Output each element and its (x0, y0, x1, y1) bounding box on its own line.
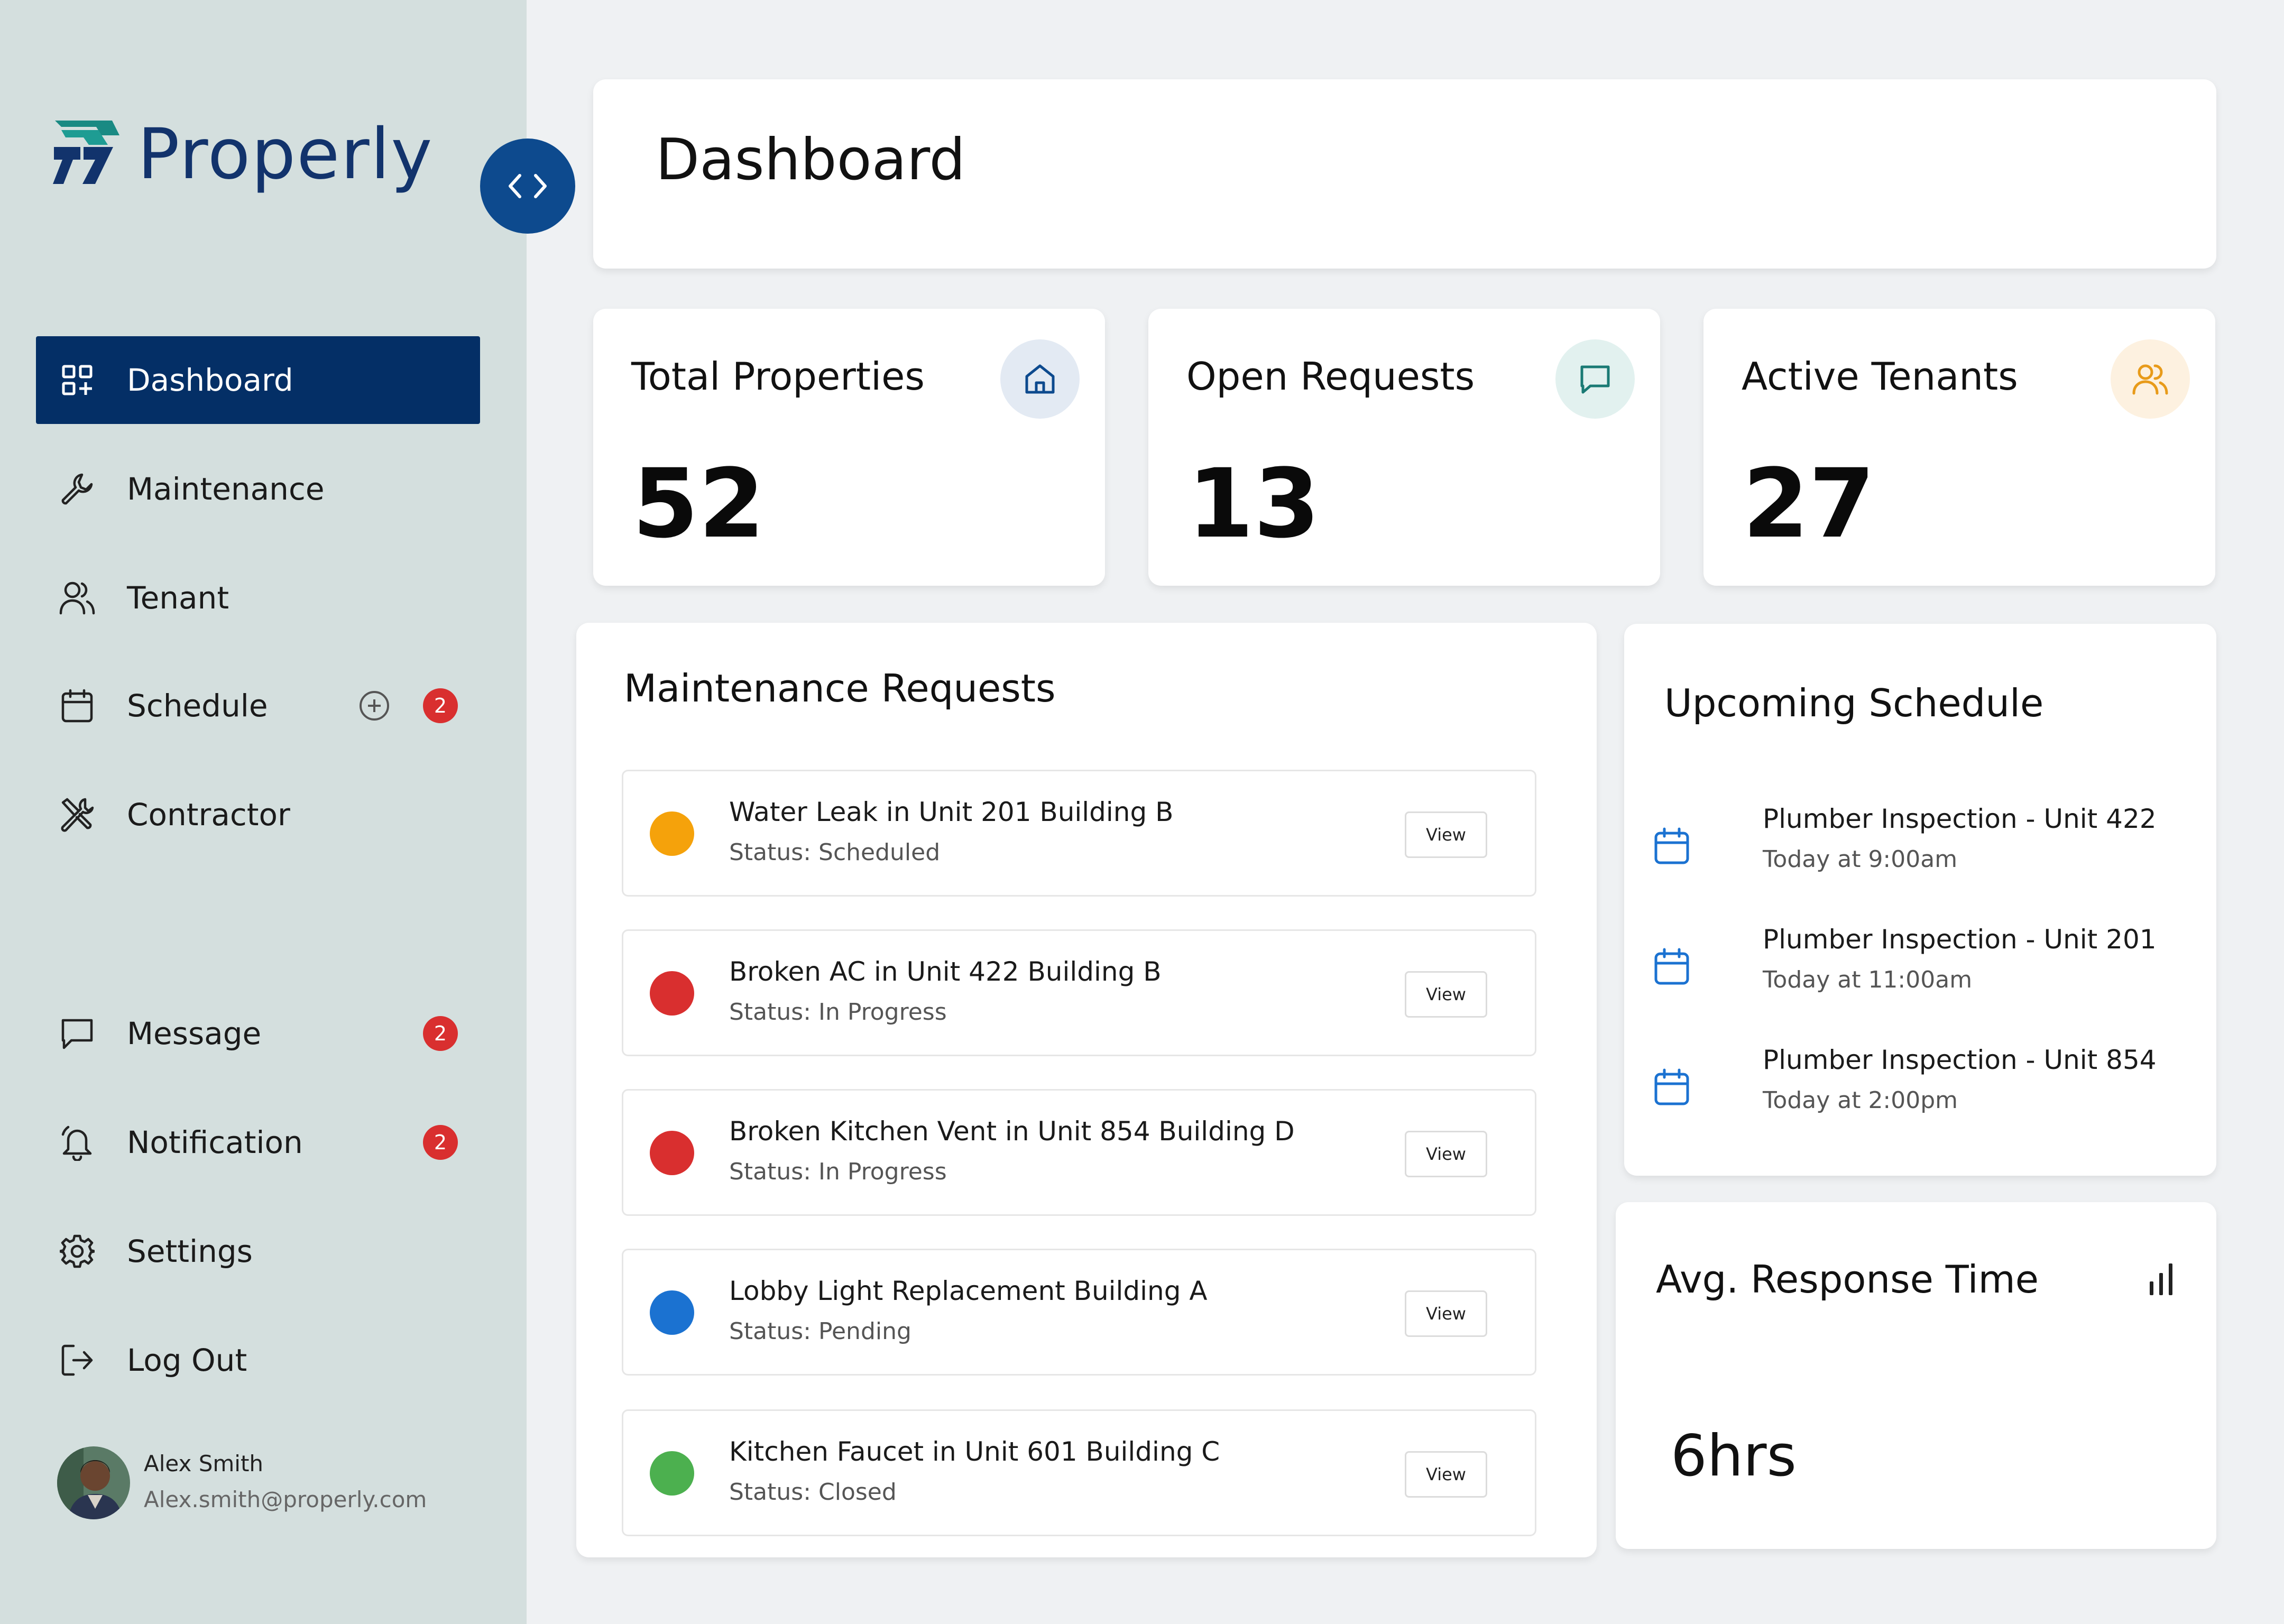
sidebar-toggle-button[interactable] (480, 139, 575, 234)
view-button[interactable]: View (1405, 971, 1487, 1018)
sidebar-item-contractor[interactable]: Contractor (36, 771, 480, 859)
response-time-value: 6hrs (1671, 1423, 1797, 1489)
stat-card-total-properties: Total Properties 52 (593, 309, 1105, 586)
request-item[interactable]: Water Leak in Unit 201 Building B Status… (622, 770, 1536, 897)
schedule-title: Plumber Inspection - Unit 422 (1763, 804, 2157, 834)
request-status: Status: In Progress (729, 999, 947, 1026)
schedule-time: Today at 2:00pm (1763, 1087, 1958, 1114)
maintenance-requests-panel: Maintenance Requests Water Leak in Unit … (576, 623, 1597, 1557)
sidebar-item-label: Schedule (127, 688, 268, 724)
request-title: Broken Kitchen Vent in Unit 854 Building… (729, 1116, 1295, 1147)
sidebar-item-label: Notification (127, 1124, 303, 1160)
message-icon (57, 1013, 97, 1054)
status-dot (650, 1451, 694, 1496)
sidebar-item-message[interactable]: Message 2 (36, 990, 480, 1077)
sidebar-item-schedule[interactable]: Schedule 2 (36, 662, 480, 750)
logo-text: Properly (137, 114, 434, 195)
calendar-icon (1654, 948, 1689, 985)
code-toggle-icon (509, 174, 547, 198)
upcoming-schedule-panel: Upcoming Schedule Plumber Inspection - U… (1624, 624, 2216, 1176)
request-title: Water Leak in Unit 201 Building B (729, 797, 1174, 827)
user-profile[interactable]: Alex Smith Alex.smith@properly.com (57, 1446, 491, 1520)
schedule-item[interactable]: Plumber Inspection - Unit 422 Today at 9… (1651, 800, 2200, 896)
sidebar-item-notification[interactable]: Notification 2 (36, 1099, 480, 1186)
sidebar-item-label: Dashboard (127, 362, 293, 398)
bell-icon (57, 1122, 97, 1162)
logo-mark-icon (53, 121, 119, 184)
calendar-icon (1654, 1068, 1689, 1105)
request-item[interactable]: Lobby Light Replacement Building A Statu… (622, 1249, 1536, 1376)
calendar-icon (57, 686, 97, 726)
gear-icon (57, 1231, 97, 1271)
sidebar-item-label: Contractor (127, 797, 290, 833)
request-status: Status: Scheduled (729, 839, 941, 866)
notification-badge: 2 (423, 1125, 458, 1160)
user-name: Alex Smith (144, 1451, 264, 1477)
status-dot (650, 1131, 694, 1175)
sidebar-item-dashboard[interactable]: Dashboard (36, 336, 480, 424)
add-schedule-icon[interactable] (358, 690, 390, 722)
schedule-item[interactable]: Plumber Inspection - Unit 201 Today at 1… (1651, 921, 2200, 1016)
section-title: Maintenance Requests (624, 666, 1056, 710)
page-title: Dashboard (656, 127, 965, 193)
status-dot (650, 971, 694, 1016)
section-title: Avg. Response Time (1656, 1257, 2039, 1302)
sidebar-item-label: Message (127, 1016, 262, 1051)
schedule-title: Plumber Inspection - Unit 201 (1763, 924, 2157, 955)
sidebar-item-logout[interactable]: Log Out (36, 1316, 480, 1404)
status-dot (650, 811, 694, 856)
tools-icon (57, 795, 97, 835)
schedule-time: Today at 9:00am (1763, 846, 1958, 873)
schedule-item[interactable]: Plumber Inspection - Unit 854 Today at 2… (1651, 1041, 2200, 1137)
dashboard-icon (57, 360, 97, 400)
request-title: Broken AC in Unit 422 Building B (729, 956, 1162, 987)
stat-label: Total Properties (631, 354, 925, 399)
request-status: Status: In Progress (729, 1158, 947, 1185)
view-button[interactable]: View (1405, 1451, 1487, 1498)
stat-card-active-tenants: Active Tenants 27 (1703, 309, 2215, 586)
schedule-badge: 2 (423, 688, 458, 723)
home-icon (1000, 339, 1080, 419)
calendar-icon (1654, 827, 1689, 864)
request-status: Status: Closed (729, 1479, 897, 1506)
request-item[interactable]: Broken AC in Unit 422 Building B Status:… (622, 929, 1536, 1056)
request-title: Kitchen Faucet in Unit 601 Building C (729, 1436, 1220, 1467)
chat-icon (1555, 339, 1635, 419)
view-button[interactable]: View (1405, 1290, 1487, 1337)
logout-icon (57, 1340, 97, 1380)
stat-value: 27 (1743, 449, 1875, 559)
sidebar-item-label: Settings (127, 1233, 253, 1269)
status-dot (650, 1290, 694, 1335)
wrench-icon (57, 469, 97, 509)
stat-label: Active Tenants (1742, 354, 2018, 399)
sidebar-item-label: Maintenance (127, 471, 325, 507)
schedule-time: Today at 11:00am (1763, 966, 1973, 993)
stat-value: 13 (1187, 449, 1320, 559)
logo[interactable]: Properly (50, 111, 432, 196)
schedule-title: Plumber Inspection - Unit 854 (1763, 1045, 2157, 1075)
request-title: Lobby Light Replacement Building A (729, 1276, 1208, 1306)
sidebar-item-maintenance[interactable]: Maintenance (36, 445, 480, 533)
sidebar-item-settings[interactable]: Settings (36, 1207, 480, 1295)
message-badge: 2 (423, 1016, 458, 1051)
users-icon (2111, 339, 2190, 419)
request-item[interactable]: Broken Kitchen Vent in Unit 854 Building… (622, 1089, 1536, 1216)
page-header: Dashboard (593, 79, 2216, 269)
view-button[interactable]: View (1405, 1131, 1487, 1177)
avg-response-time-panel: Avg. Response Time 6hrs (1616, 1202, 2216, 1549)
sidebar-item-tenant[interactable]: Tenant (36, 554, 480, 642)
user-icon (57, 578, 97, 618)
sidebar-item-label: Log Out (127, 1342, 247, 1378)
stat-value: 52 (632, 449, 765, 559)
avatar (57, 1446, 130, 1519)
bar-chart-icon (2150, 1263, 2172, 1295)
request-item[interactable]: Kitchen Faucet in Unit 601 Building C St… (622, 1409, 1536, 1536)
stat-label: Open Requests (1186, 354, 1475, 399)
request-status: Status: Pending (729, 1318, 911, 1345)
user-email: Alex.smith@properly.com (144, 1487, 427, 1512)
section-title: Upcoming Schedule (1664, 681, 2044, 725)
stat-card-open-requests: Open Requests 13 (1148, 309, 1660, 586)
sidebar-item-label: Tenant (127, 580, 229, 616)
view-button[interactable]: View (1405, 811, 1487, 858)
